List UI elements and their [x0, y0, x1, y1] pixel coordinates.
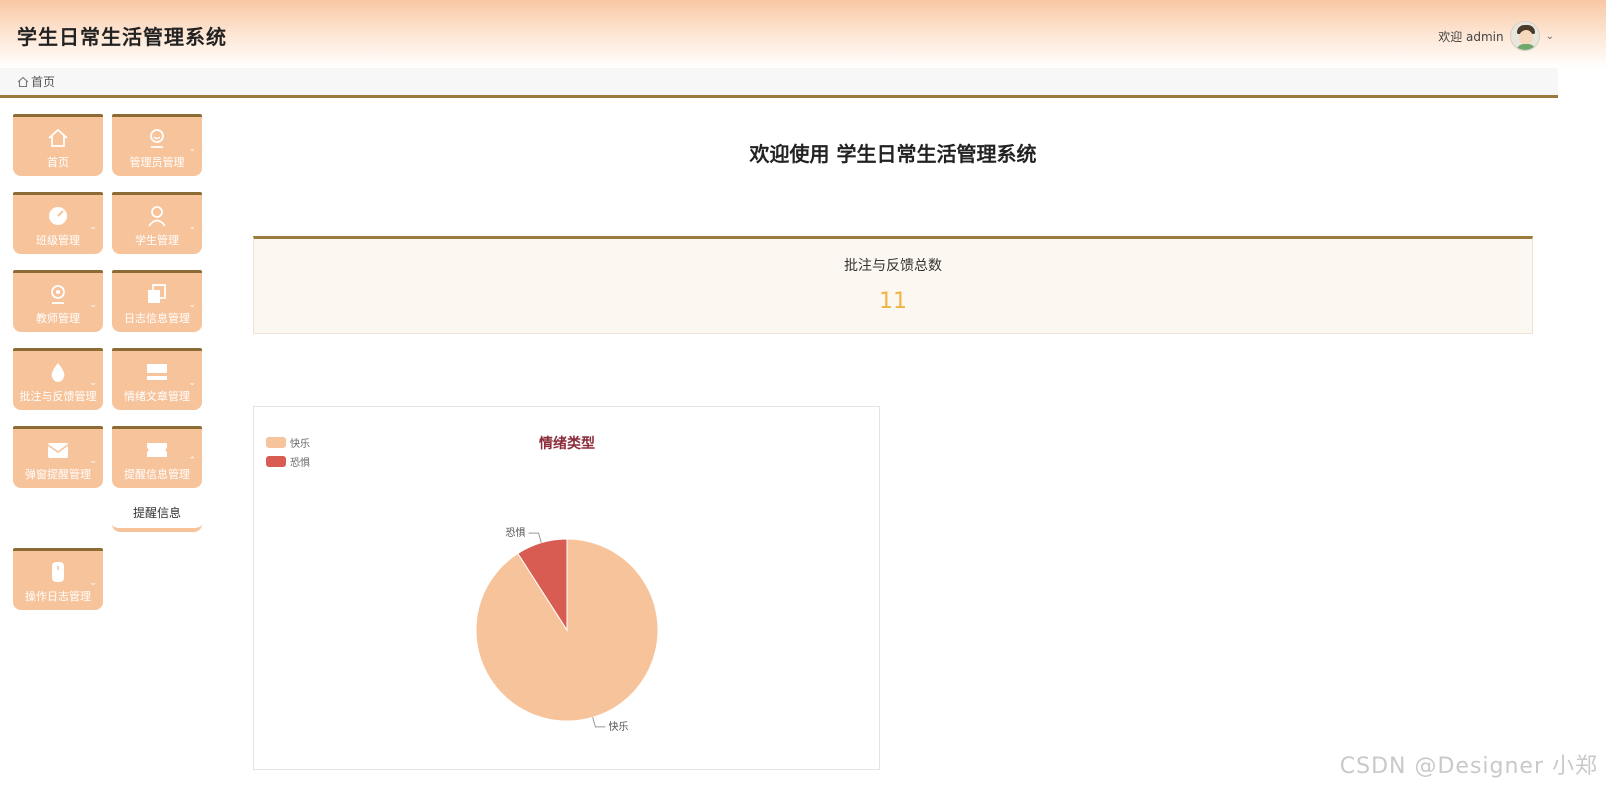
nav-tile-home[interactable]: 首页: [13, 114, 103, 176]
nav-tile-popup[interactable]: 弹窗提醒管理 ⌄: [13, 426, 103, 488]
chevron-down-icon: ⌄: [188, 222, 196, 232]
stat-label: 批注与反馈总数: [844, 258, 942, 274]
user-menu[interactable]: 欢迎 admin ⌄: [1438, 20, 1554, 52]
slice-leader-line: [592, 717, 606, 728]
mail-icon: [47, 443, 69, 458]
slice-label: 恐惧: [506, 527, 526, 539]
nav-tile-student[interactable]: 学生管理 ⌄: [112, 192, 202, 254]
chevron-down-icon: ⌄: [89, 300, 97, 310]
nav-tile-class[interactable]: 班级管理 ⌄: [13, 192, 103, 254]
chevron-down-icon: ⌄: [89, 378, 97, 388]
emotion-pie-chart: 快乐 恐惧 情绪类型 快乐 恐惧: [253, 406, 880, 770]
chevron-down-icon: ⌄: [89, 222, 97, 232]
chevron-down-icon: ⌄: [188, 144, 196, 154]
breadcrumb: 首页: [0, 68, 1558, 98]
nav-tile-log-info[interactable]: 日志信息管理 ⌄: [112, 270, 202, 332]
nav-tile-label: 提醒信息管理: [124, 468, 190, 481]
nav-tile-label: 管理员管理: [129, 156, 185, 169]
welcome-heading: 欢迎使用 学生日常生活管理系统: [749, 142, 1037, 166]
student-icon: [148, 206, 166, 227]
nav-tile-article[interactable]: 情绪文章管理 ⌄: [112, 348, 202, 410]
admin-icon: [150, 129, 164, 148]
ticket-icon: [147, 443, 167, 457]
top-header: 学生日常生活管理系统 欢迎 admin ⌄: [0, 0, 1606, 68]
nav-tile-label: 弹窗提醒管理: [25, 468, 91, 481]
chevron-up-icon: ⌃: [188, 456, 196, 466]
chevron-down-icon[interactable]: ⌄: [1546, 31, 1554, 42]
nav-tile-label: 批注与反馈管理: [19, 390, 97, 403]
nav-tile-label: 日志信息管理: [124, 312, 190, 325]
nav-tile-reminder[interactable]: 提醒信息管理 ⌃: [112, 426, 202, 488]
gauge-icon: [49, 207, 67, 225]
nav-tile-label: 操作日志管理: [25, 590, 91, 603]
chevron-down-icon: ⌄: [188, 378, 196, 388]
slice-label: 快乐: [608, 721, 628, 733]
welcome-user-text: 欢迎 admin: [1438, 29, 1504, 44]
home-icon: [48, 128, 68, 147]
nav-tile-feedback[interactable]: 批注与反馈管理 ⌄: [13, 348, 103, 410]
nav-tile-label: 首页: [47, 156, 69, 169]
chevron-down-icon: ⌄: [89, 578, 97, 588]
nav-tile-label: 班级管理: [36, 234, 80, 247]
breadcrumb-home[interactable]: 首页: [31, 73, 55, 90]
copy-icon: [148, 284, 166, 303]
home-icon[interactable]: [17, 76, 29, 88]
reminder-submenu: 提醒信息: [112, 490, 202, 532]
nav-tile-teacher[interactable]: 教师管理 ⌄: [13, 270, 103, 332]
chevron-down-icon: ⌄: [188, 300, 196, 310]
submenu-item-reminder-info[interactable]: 提醒信息: [112, 504, 202, 521]
slice-leader-line: [528, 532, 542, 543]
pie-chart-svg: 情绪类型 快乐 恐惧: [475, 435, 659, 733]
nav-tile-label: 教师管理: [36, 312, 80, 325]
log-icon: [52, 562, 64, 582]
nav-tile-operation-log[interactable]: 操作日志管理 ⌄: [13, 548, 103, 610]
avatar[interactable]: [1509, 21, 1540, 51]
stat-value: 11: [879, 289, 907, 314]
chevron-down-icon: ⌄: [89, 456, 97, 466]
chart-title: 情绪类型: [539, 435, 595, 452]
watermark: CSDN @Designer 小郑: [1339, 754, 1598, 779]
stat-card-feedback-total: 批注与反馈总数 11: [253, 236, 1533, 334]
nav-tile-label: 学生管理: [135, 234, 179, 247]
drop-icon: [51, 363, 65, 382]
teacher-icon: [51, 285, 65, 304]
app-title: 学生日常生活管理系统: [17, 25, 227, 49]
nav-tile-label: 情绪文章管理: [124, 390, 190, 403]
article-icon: [147, 364, 167, 380]
nav-tile-admin[interactable]: 管理员管理 ⌄: [112, 114, 202, 176]
